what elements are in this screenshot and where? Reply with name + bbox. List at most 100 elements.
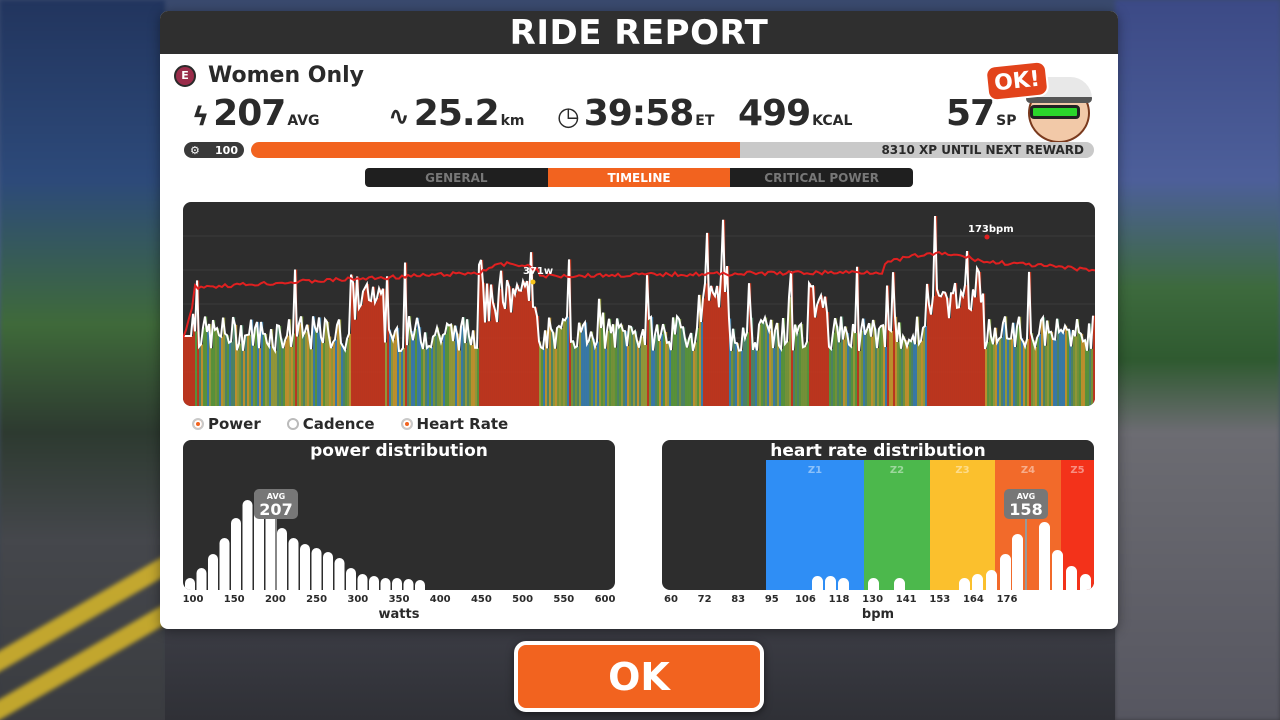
timeline-power-bar xyxy=(817,305,820,406)
timeline-power-bar xyxy=(245,335,248,406)
timeline-power-bar xyxy=(953,293,956,406)
legend-power[interactable]: Power xyxy=(192,415,261,433)
timeline-power-bar xyxy=(191,336,194,406)
timeline-power-bar xyxy=(421,342,424,406)
stat-distance: ∿ 25.2 km xyxy=(388,93,525,134)
timeline-power-bar xyxy=(433,336,436,406)
timeline-power-bar xyxy=(861,330,864,406)
timeline-power-bar xyxy=(449,325,452,406)
timeline-power-bar xyxy=(361,304,364,406)
timeline-power-bar xyxy=(221,336,224,406)
timeline-power-bar xyxy=(731,350,734,406)
timeline-power-bar xyxy=(845,326,848,406)
timeline-power-bar xyxy=(465,342,468,406)
timeline-power-bar xyxy=(745,338,748,406)
stat-distance-value: 25.2 xyxy=(413,93,500,134)
timeline-power-bar xyxy=(735,342,738,406)
hr-dist-bar xyxy=(986,570,997,590)
timeline-power-bar xyxy=(255,327,258,406)
timeline-power-bar xyxy=(993,344,996,406)
timeline-power-bar xyxy=(547,348,550,406)
timeline-power-bar xyxy=(721,275,724,406)
timeline-power-bar xyxy=(915,344,918,406)
legend-cadence-label: Cadence xyxy=(302,415,375,433)
timeline-power-bar xyxy=(725,291,728,406)
timeline-power-bar xyxy=(705,283,708,406)
stat-power-value: 207 xyxy=(213,93,286,134)
timeline-power-bar xyxy=(343,346,346,406)
tab-general[interactable]: GENERAL xyxy=(365,168,548,187)
timeline-power-bar xyxy=(925,325,928,406)
ok-button[interactable]: OK xyxy=(514,641,764,712)
timeline-power-bar xyxy=(929,304,932,406)
xp-progress-row: ⚙ 100 8310 XP UNTIL NEXT REWARD xyxy=(184,142,1094,158)
timeline-power-bar xyxy=(507,280,510,406)
timeline-power-bar xyxy=(703,298,706,406)
hr-axis-tick: 72 xyxy=(697,594,712,605)
power-dist-bar xyxy=(277,528,287,590)
timeline-power-bar xyxy=(803,347,806,406)
timeline-power-bar xyxy=(469,336,472,406)
timeline-power-bar xyxy=(363,291,366,406)
timeline-power-bar xyxy=(811,286,814,406)
timeline-power-bar xyxy=(859,350,862,406)
timeline-power-bar xyxy=(687,347,690,406)
hr-dist-bar xyxy=(1066,566,1077,590)
stat-time-unit: ET xyxy=(695,113,715,129)
legend-power-toggle[interactable] xyxy=(192,418,204,430)
timeline-power-bar xyxy=(831,348,834,406)
power-dist-bar xyxy=(334,558,345,590)
timeline-power-bar xyxy=(533,306,536,406)
timeline-power-bar xyxy=(823,307,826,406)
power-axis-tick: 250 xyxy=(306,594,328,605)
legend-hr-label: Heart Rate xyxy=(416,415,509,433)
legend-cadence[interactable]: Cadence xyxy=(286,415,375,433)
timeline-power-bar xyxy=(607,330,610,406)
timeline-power-bar xyxy=(355,319,358,406)
timeline-power-bar xyxy=(219,335,222,406)
timeline-power-bar xyxy=(891,330,894,406)
timeline-power-bar xyxy=(1087,350,1090,406)
timeline-power-bar xyxy=(649,318,652,406)
timeline-power-bar xyxy=(807,341,810,406)
hr-axis-label: bpm xyxy=(861,607,895,622)
timeline-power-bar xyxy=(185,336,188,406)
timeline-power-bar xyxy=(291,346,294,406)
legend-hr-toggle[interactable] xyxy=(400,418,413,430)
timeline-power-bar xyxy=(987,341,990,406)
timeline-power-bar xyxy=(981,302,984,406)
timeline-power-bar xyxy=(865,334,868,406)
timeline-power-bar xyxy=(653,350,656,406)
timeline-power-bar xyxy=(249,334,252,406)
tab-critical-power[interactable]: CRITICAL POWER xyxy=(730,168,913,187)
hr-dist-bar xyxy=(894,578,905,590)
timeline-power-bar xyxy=(853,324,856,406)
legend-heart-rate[interactable]: Heart Rate xyxy=(400,415,509,433)
timeline-power-bar xyxy=(619,327,622,406)
timeline-power-bar xyxy=(345,349,348,406)
tab-timeline[interactable]: TIMELINE xyxy=(547,168,731,187)
hr-dist-bar xyxy=(1039,522,1050,590)
timeline-power-bar xyxy=(957,307,960,406)
timeline-power-bar xyxy=(439,334,442,406)
timeline-power-bar xyxy=(645,344,648,406)
timeline-power-bar xyxy=(367,284,370,406)
timeline-power-bar xyxy=(377,297,380,406)
timeline-power-bar xyxy=(393,340,396,406)
hr-dist-bar xyxy=(959,578,970,590)
legend-cadence-toggle[interactable] xyxy=(286,418,299,430)
hr-axis-tick: 176 xyxy=(996,594,1018,605)
xp-progress-fill xyxy=(251,142,740,158)
hr-axis-tick: 118 xyxy=(828,594,850,605)
timeline-power-bar xyxy=(879,328,882,406)
stat-calories-value: 499 xyxy=(738,93,811,134)
timeline-power-bar xyxy=(589,340,592,406)
stat-power-unit: AVG xyxy=(287,113,320,129)
timeline-power-bar xyxy=(407,345,410,406)
power-dist-bar xyxy=(357,574,368,590)
hr-zone-label: Z1 xyxy=(808,465,822,476)
timeline-power-bar xyxy=(365,287,368,406)
timeline-power-bar xyxy=(265,333,268,406)
timeline-power-bar xyxy=(815,317,818,406)
power-dist-bar xyxy=(380,578,391,590)
